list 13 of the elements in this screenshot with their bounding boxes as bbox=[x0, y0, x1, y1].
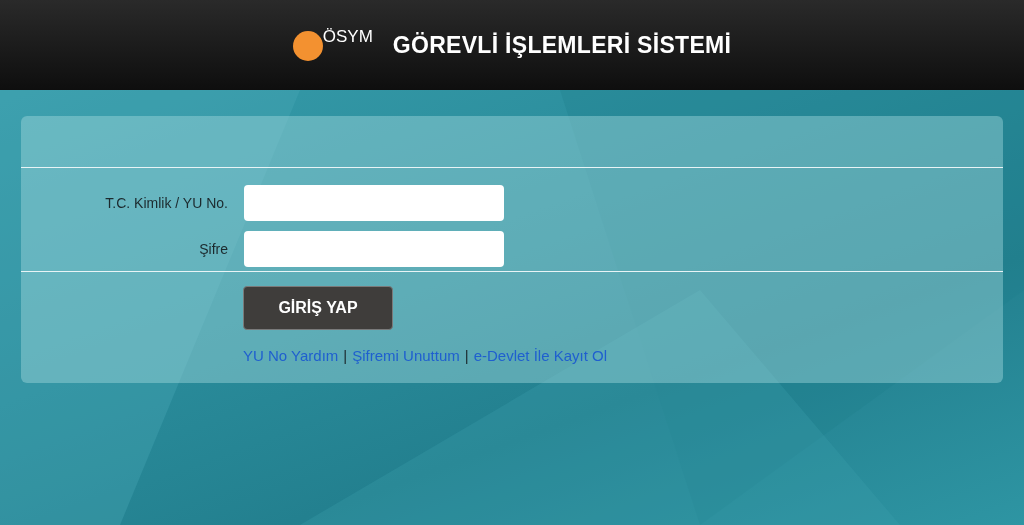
help-link[interactable]: Şifremi Unuttum bbox=[352, 347, 460, 364]
link-separator: | bbox=[343, 347, 348, 364]
system-title: GÖREVLİ İŞLEMLERİ SİSTEMİ bbox=[392, 31, 732, 59]
id-number-field[interactable] bbox=[244, 185, 504, 221]
logo-text: ÖSYM bbox=[322, 27, 373, 47]
field-label: Şifre bbox=[198, 241, 228, 257]
help-link[interactable]: YU No Yardım bbox=[243, 347, 339, 364]
password-field[interactable] bbox=[244, 231, 504, 267]
login-button[interactable]: GİRİŞ YAP bbox=[243, 286, 393, 330]
link-separator: | bbox=[464, 347, 469, 364]
help-link[interactable]: e-Devlet İle Kayıt Ol bbox=[473, 347, 608, 364]
field-label: T.C. Kimlik / YU No. bbox=[104, 195, 228, 211]
logo-icon bbox=[292, 31, 323, 61]
